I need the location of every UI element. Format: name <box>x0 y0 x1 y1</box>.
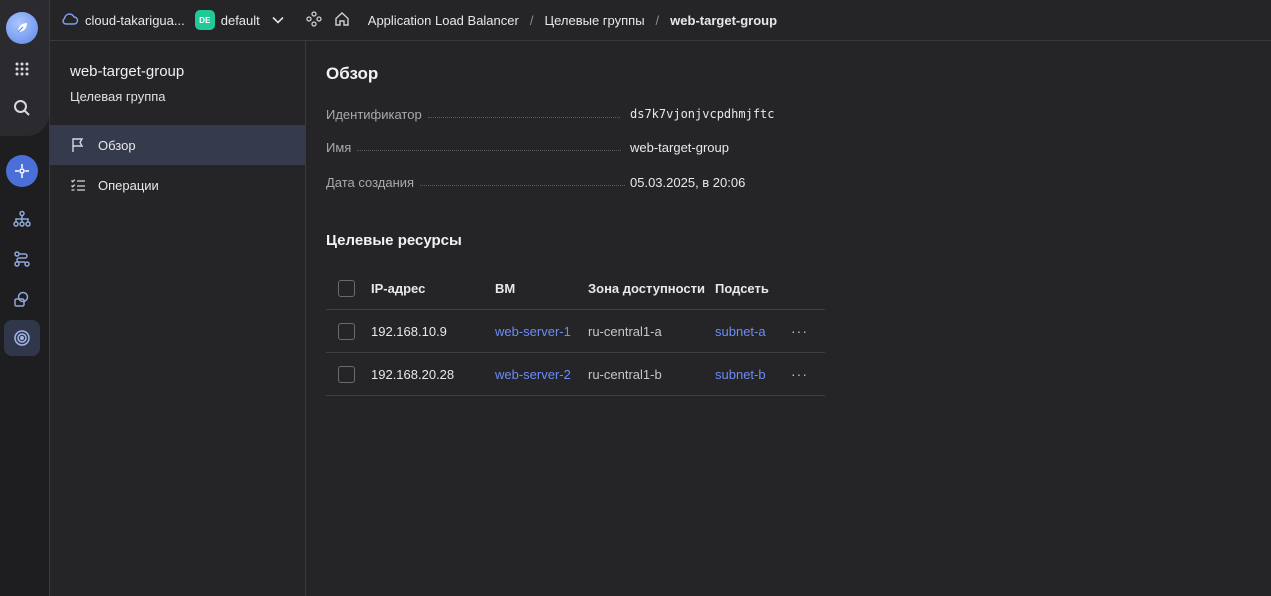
column-header-subnet[interactable]: Подсеть <box>715 267 769 309</box>
alb-icon[interactable] <box>6 155 38 187</box>
row-checkbox[interactable] <box>338 323 355 340</box>
top-bar: cloud-takarigua... DE default Applicatio… <box>50 0 1271 41</box>
home-icon[interactable] <box>334 11 350 30</box>
checklist-icon <box>70 177 88 193</box>
sidebar-item-operations[interactable]: Операции <box>50 165 305 205</box>
cell-zone: ru-central1-a <box>588 323 662 339</box>
subnet-link[interactable]: subnet-a <box>715 310 766 352</box>
service-nodes-icon[interactable] <box>306 10 322 30</box>
resource-sidebar: web-target-group Целевая группа Обзор Оп… <box>50 41 306 596</box>
column-header-vm[interactable]: ВМ <box>495 267 515 309</box>
left-rail <box>0 0 50 596</box>
cell-zone: ru-central1-b <box>588 366 662 382</box>
subnet-link[interactable]: subnet-b <box>715 353 766 395</box>
row-checkbox[interactable] <box>338 366 355 383</box>
logo-icon[interactable] <box>6 12 38 44</box>
dotted-leader <box>427 116 620 118</box>
search-icon[interactable] <box>6 92 38 124</box>
prop-value-name: web-target-group <box>630 139 729 155</box>
table-header-row: IP-адрес ВМ Зона доступности Подсеть <box>326 267 825 310</box>
breadcrumb-item-alb[interactable]: Application Load Balancer <box>368 13 519 28</box>
breadcrumb-separator: / <box>529 12 534 28</box>
sidebar-item-label: Обзор <box>98 137 136 153</box>
select-all-checkbox[interactable] <box>338 280 355 297</box>
prop-label: Имя <box>326 139 352 155</box>
prop-value-id: ds7k7vjonjvcpdhmjftc <box>630 107 775 121</box>
cloud-name: cloud-takarigua... <box>85 12 185 28</box>
cell-ip: 192.168.10.9 <box>371 323 447 339</box>
folder-name: default <box>220 12 260 28</box>
vm-link[interactable]: web-server-1 <box>495 310 571 352</box>
page-title: Обзор <box>326 64 379 83</box>
target-icon[interactable] <box>4 320 40 356</box>
dotted-leader <box>420 184 626 186</box>
resource-title: web-target-group <box>70 63 185 80</box>
table-row: 192.168.20.28 web-server-2 ru-central1-b… <box>326 353 825 396</box>
breadcrumb-separator: / <box>655 12 660 28</box>
vm-link[interactable]: web-server-2 <box>495 353 571 395</box>
flag-icon <box>70 137 88 153</box>
folder-badge: DE <box>194 10 215 30</box>
prop-label: Дата создания <box>326 174 415 190</box>
main-content: Обзор Идентификатор ds7k7vjonjvcpdhmjftc… <box>326 41 1271 596</box>
resource-type: Целевая группа <box>70 89 166 104</box>
targets-table: IP-адрес ВМ Зона доступности Подсеть 192… <box>326 267 825 396</box>
section-title-targets: Целевые ресурсы <box>326 232 462 249</box>
cloud-selector[interactable]: cloud-takarigua... DE default <box>61 10 284 30</box>
shapes-icon[interactable] <box>6 283 38 315</box>
column-header-ip[interactable]: IP-адрес <box>371 267 425 309</box>
more-actions-button[interactable]: ··· <box>791 310 808 352</box>
cloud-icon <box>61 12 79 29</box>
hierarchy-icon[interactable] <box>6 203 38 235</box>
apps-grid-icon[interactable] <box>6 53 38 85</box>
table-row: 192.168.10.9 web-server-1 ru-central1-a … <box>326 310 825 353</box>
breadcrumb: Application Load Balancer / Целевые груп… <box>368 13 777 28</box>
prop-row-id: Идентификатор ds7k7vjonjvcpdhmjftc <box>326 104 776 124</box>
more-actions-button[interactable]: ··· <box>791 353 808 395</box>
prop-label: Идентификатор <box>326 106 422 122</box>
dotted-leader <box>357 149 622 151</box>
routes-icon[interactable] <box>6 243 38 275</box>
sidebar-item-label: Операции <box>98 177 159 193</box>
cell-ip: 192.168.20.28 <box>371 366 455 382</box>
prop-value-created: 05.03.2025, в 20:06 <box>630 174 746 190</box>
sidebar-item-overview[interactable]: Обзор <box>50 125 305 165</box>
chevron-down-icon[interactable] <box>272 16 284 24</box>
prop-row-created: Дата создания 05.03.2025, в 20:06 <box>326 172 776 192</box>
column-header-zone[interactable]: Зона доступности <box>588 267 705 309</box>
breadcrumb-item-target-groups[interactable]: Целевые группы <box>544 13 644 28</box>
breadcrumb-item-current: web-target-group <box>670 12 778 28</box>
prop-row-name: Имя web-target-group <box>326 137 776 157</box>
